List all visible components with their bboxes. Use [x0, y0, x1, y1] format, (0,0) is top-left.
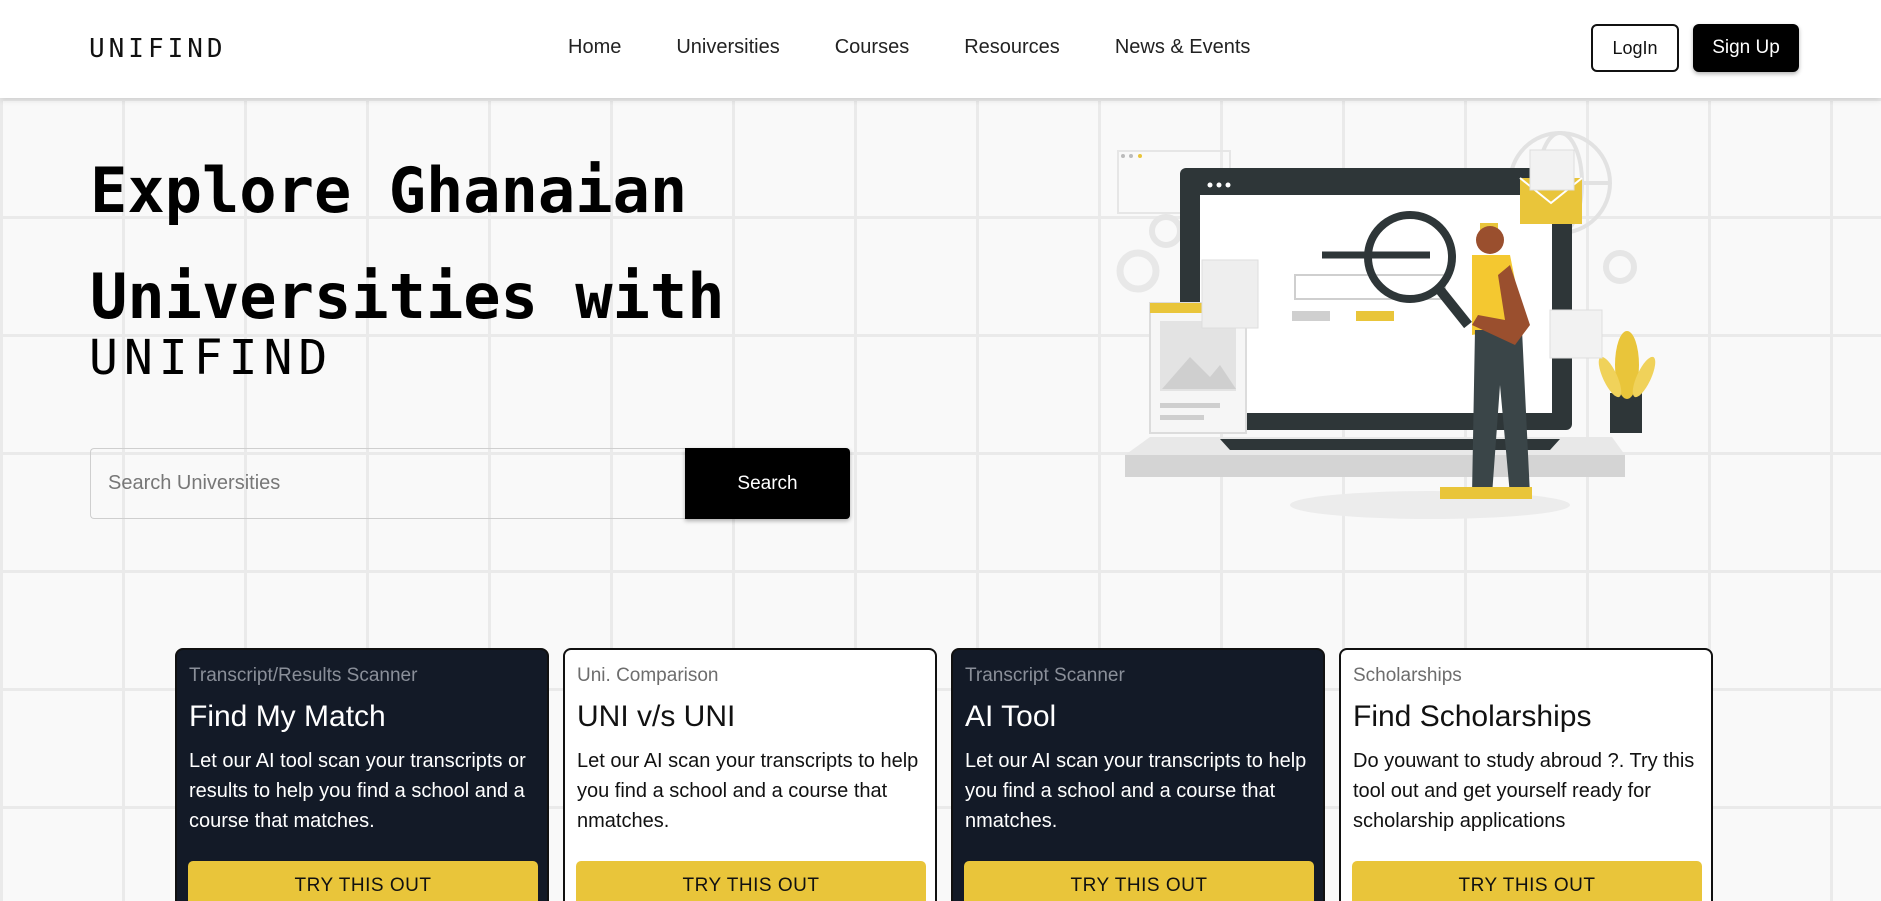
card-description: Let our AI scan your transcripts to help…	[965, 750, 1307, 832]
main-nav: Home Universities Courses Resources News…	[568, 36, 1250, 59]
top-navbar: UNIFIND Home Universities Courses Resour…	[0, 0, 1881, 98]
gear-icon	[1149, 214, 1183, 248]
try-this-out-button[interactable]: TRY THIS OUT	[1352, 861, 1702, 901]
hero-title-line1: Explore Ghanaian	[90, 154, 688, 227]
hero-title: Explore Ghanaian Universities with	[90, 138, 850, 350]
card-description: Do youwant to study abroud ?. Try this t…	[1353, 750, 1695, 832]
card-uni-vs-uni: Uni. Comparison UNI v/s UNI Let our AI s…	[563, 648, 937, 901]
plant-pot	[1610, 393, 1642, 433]
card-kicker: Transcript/Results Scanner	[189, 665, 418, 686]
try-this-out-button[interactable]: TRY THIS OUT	[964, 861, 1314, 901]
card-kicker: Uni. Comparison	[577, 665, 719, 686]
nav-universities[interactable]: Universities	[676, 36, 779, 59]
nav-resources[interactable]: Resources	[964, 36, 1060, 59]
card-kicker: Transcript Scanner	[965, 665, 1125, 686]
card-description: Let our AI tool scan your transcripts or…	[189, 750, 526, 832]
person-figure	[1476, 226, 1504, 254]
nav-home[interactable]: Home	[568, 36, 621, 59]
search-bar: Search	[90, 448, 850, 519]
card-ai-tool: Transcript Scanner AI Tool Let our AI sc…	[951, 648, 1325, 901]
try-this-out-button[interactable]: TRY THIS OUT	[576, 861, 926, 901]
signup-button[interactable]: Sign Up	[1693, 24, 1799, 72]
nav-courses[interactable]: Courses	[835, 36, 909, 59]
search-input[interactable]	[90, 448, 685, 519]
nav-news-events[interactable]: News & Events	[1115, 36, 1251, 59]
gear-icon	[1116, 249, 1160, 293]
card-title: AI Tool	[965, 700, 1057, 733]
card-find-my-match: Transcript/Results Scanner Find My Match…	[175, 648, 549, 901]
card-description: Let our AI scan your transcripts to help…	[577, 750, 919, 832]
gear-icon	[1603, 250, 1637, 284]
card-title: Find Scholarships	[1353, 700, 1592, 733]
card-find-scholarships: Scholarships Find Scholarships Do youwan…	[1339, 648, 1713, 901]
hero-logo: UNIFIND	[89, 330, 334, 386]
card-kicker: Scholarships	[1353, 665, 1462, 686]
site-logo[interactable]: UNIFIND	[89, 34, 227, 64]
search-button[interactable]: Search	[685, 448, 850, 519]
try-this-out-button[interactable]: TRY THIS OUT	[188, 861, 538, 901]
login-button[interactable]: LogIn	[1591, 24, 1679, 72]
laptop-base	[1125, 455, 1625, 477]
card-title: UNI v/s UNI	[577, 700, 736, 733]
card-title: Find My Match	[189, 700, 386, 733]
hero-illustration	[1116, 131, 1656, 519]
hero-title-line2: Universities with	[90, 260, 725, 333]
